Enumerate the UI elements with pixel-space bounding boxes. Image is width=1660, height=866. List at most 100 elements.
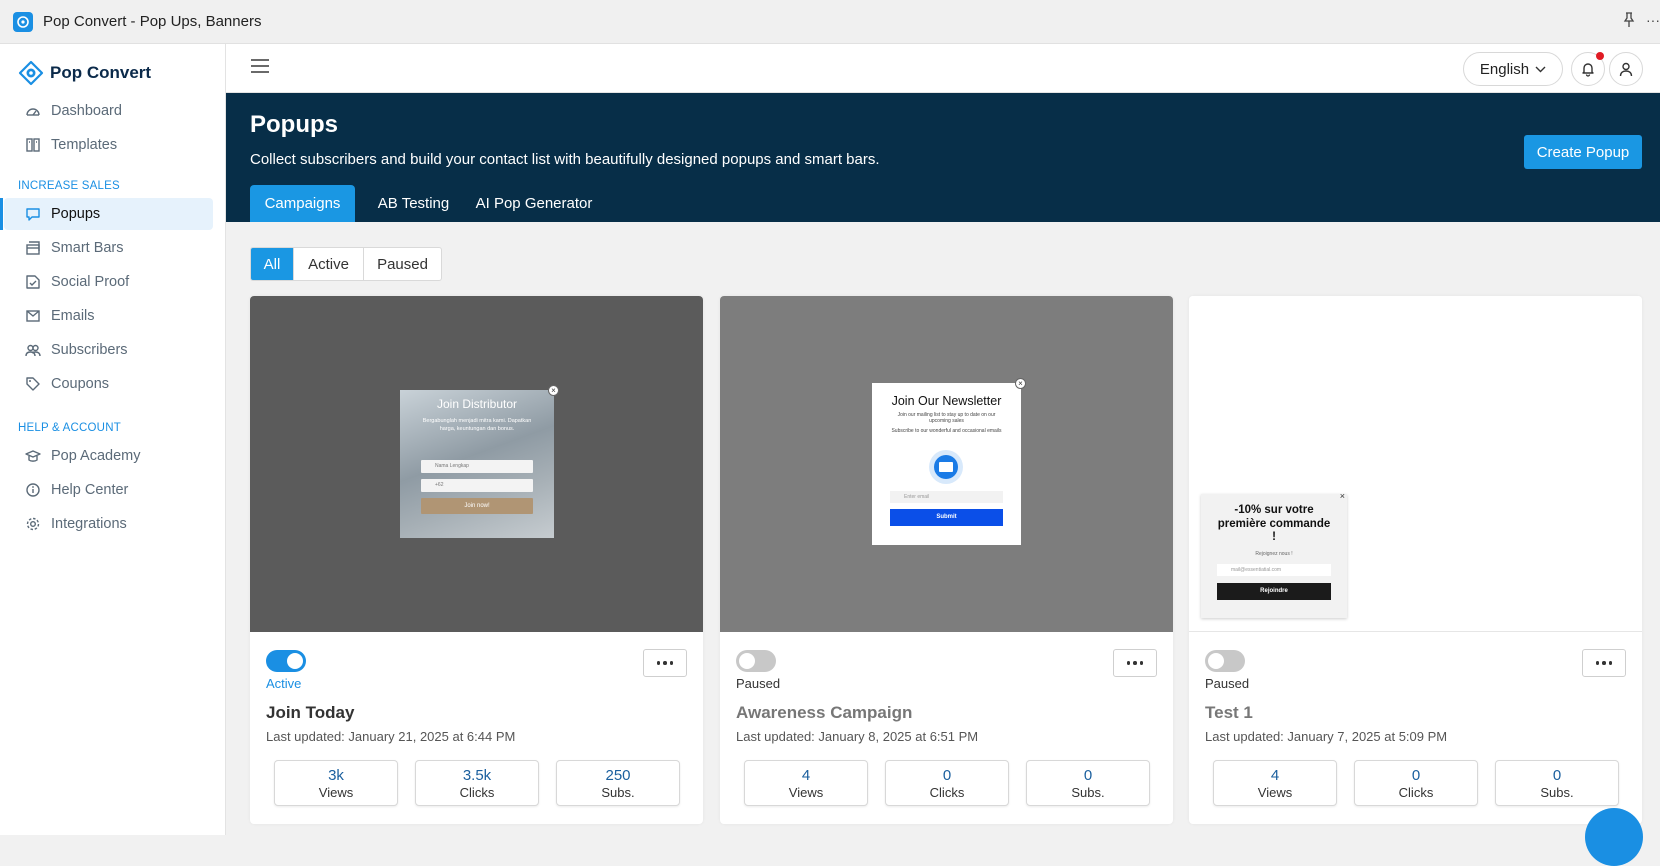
pin-icon[interactable]: [1622, 12, 1636, 31]
campaign-preview[interactable]: × Join Distributor Bergabunglah menjadi …: [250, 296, 703, 632]
top-bar: English: [226, 44, 1660, 93]
stat-label: Clicks: [929, 784, 965, 800]
sidebar-item-social-proof[interactable]: Social Proof: [0, 266, 226, 298]
campaign-card[interactable]: × Join Our Newsletter Join our mailing l…: [720, 296, 1173, 824]
tab-ab-testing[interactable]: AB Testing: [361, 185, 466, 222]
social-proof-icon: [26, 275, 40, 289]
stat-value: 0: [1411, 766, 1421, 784]
filter-paused[interactable]: Paused: [364, 248, 441, 280]
last-updated: Last updated: January 8, 2025 at 6:51 PM: [736, 729, 979, 744]
sidebar-item-subscribers[interactable]: Subscribers: [0, 334, 226, 366]
filter-active[interactable]: Active: [294, 248, 364, 280]
more-options-button[interactable]: [1582, 649, 1626, 677]
campaign-toggle[interactable]: [1205, 650, 1245, 672]
stat-views: 3k Views: [274, 760, 398, 806]
coupon-popup-preview: × -10% sur votre première commande ! Rej…: [1201, 491, 1347, 618]
bell-icon: [1582, 63, 1594, 77]
sidebar-item-label: Smart Bars: [51, 240, 124, 256]
more-options-button[interactable]: [643, 649, 687, 677]
campaign-name[interactable]: Awareness Campaign: [736, 703, 912, 723]
sidebar-item-label: Dashboard: [51, 103, 122, 119]
stat-label: Clicks: [459, 784, 495, 800]
stat-subs: 250 Subs.: [556, 760, 680, 806]
stat-label: Views: [788, 784, 824, 800]
close-icon: ×: [1015, 378, 1026, 389]
language-selector[interactable]: English: [1463, 52, 1563, 86]
notifications-button[interactable]: [1571, 52, 1605, 86]
campaign-card[interactable]: × -10% sur votre première commande ! Rej…: [1189, 296, 1642, 824]
more-options-button[interactable]: [1113, 649, 1157, 677]
help-icon: [26, 483, 40, 497]
create-popup-button[interactable]: Create Popup: [1524, 135, 1642, 169]
stat-label: Subs.: [601, 784, 635, 800]
tab-ai-pop-generator[interactable]: AI Pop Generator: [469, 185, 599, 222]
sidebar-item-coupons[interactable]: Coupons: [0, 368, 226, 400]
tab-campaigns[interactable]: Campaigns: [250, 185, 355, 222]
sidebar-item-label: Help Center: [51, 482, 129, 498]
filter-all[interactable]: All: [251, 248, 294, 280]
sidebar-item-popups[interactable]: Popups: [0, 198, 213, 230]
sidebar-item-smart-bars[interactable]: Smart Bars: [0, 232, 226, 264]
stat-label: Clicks: [1398, 784, 1434, 800]
status-label: Paused: [1205, 676, 1250, 691]
page-title: Popups: [250, 111, 338, 138]
campaign-toggle[interactable]: [736, 650, 776, 672]
sidebar-item-label: Templates: [51, 137, 118, 153]
integrations-icon: [26, 517, 40, 531]
stat-value: 3.5k: [462, 766, 492, 784]
stat-value: 4: [801, 766, 811, 784]
campaign-name[interactable]: Test 1: [1205, 703, 1253, 723]
preview-heading: Join Our Newsletter: [891, 394, 1002, 408]
window-title: Pop Convert - Pop Ups, Banners: [43, 13, 262, 30]
brand-logo[interactable]: Pop Convert: [18, 60, 151, 86]
campaign-preview[interactable]: × -10% sur votre première commande ! Rej…: [1189, 296, 1642, 632]
newsletter-popup-preview: × Join Our Newsletter Join our mailing l…: [872, 378, 1026, 545]
sidebar-item-integrations[interactable]: Integrations: [0, 508, 226, 540]
sidebar-item-templates[interactable]: Templates: [0, 129, 226, 161]
stat-value: 3k: [328, 766, 344, 784]
status-label: Paused: [736, 676, 781, 691]
stat-subs: 0 Subs.: [1026, 760, 1150, 806]
sidebar-item-label: Pop Academy: [51, 448, 141, 464]
stat-views: 4 Views: [744, 760, 868, 806]
account-button[interactable]: [1609, 52, 1643, 86]
preview-email-field: mail@essentiatial.com: [1217, 564, 1331, 576]
sidebar-item-label: Emails: [51, 308, 95, 324]
dashboard-icon: [26, 108, 40, 116]
menu-toggle-icon[interactable]: [250, 58, 270, 79]
stat-subs: 0 Subs.: [1495, 760, 1619, 806]
templates-icon: [26, 138, 40, 152]
preview-heading: Join Distributor: [436, 397, 518, 411]
campaign-name[interactable]: Join Today: [266, 703, 354, 723]
campaign-preview[interactable]: × Join Our Newsletter Join our mailing l…: [720, 296, 1173, 632]
stat-label: Views: [318, 784, 354, 800]
sidebar-item-emails[interactable]: Emails: [0, 300, 226, 332]
chat-widget-button[interactable]: [1585, 808, 1643, 866]
preview-text: Bergabunglah menjadi mitra kami. Dapatka…: [422, 418, 532, 432]
sidebar-item-help-center[interactable]: Help Center: [0, 474, 226, 506]
stat-value: 250: [605, 766, 631, 784]
close-icon: ×: [1339, 491, 1345, 501]
close-icon: ×: [548, 385, 559, 396]
campaign-card[interactable]: × Join Distributor Bergabunglah menjadi …: [250, 296, 703, 824]
section-label-help: HELP & ACCOUNT: [18, 422, 121, 434]
sidebar-item-pop-academy[interactable]: Pop Academy: [0, 440, 226, 472]
preview-heading: -10% sur votre première commande !: [1217, 504, 1331, 543]
campaign-toggle[interactable]: [266, 650, 306, 672]
stat-label: Views: [1257, 784, 1293, 800]
sidebar-item-dashboard[interactable]: Dashboard: [0, 95, 226, 127]
preview-phone-field: +62: [421, 479, 533, 492]
preview-name-field: Nama Lengkap: [421, 460, 533, 473]
ellipsis-icon[interactable]: ···: [1646, 12, 1660, 31]
brand-logo-icon: [18, 60, 44, 86]
popup-icon: [26, 208, 40, 221]
email-icon: [26, 310, 40, 322]
notification-dot: [1596, 52, 1604, 60]
sidebar: Pop Convert Dashboard Templates INCREASE…: [0, 44, 226, 835]
stat-value: 0: [1552, 766, 1562, 784]
chevron-down-icon: [1535, 66, 1546, 72]
popup-preview-image: × Join Distributor Bergabunglah menjadi …: [400, 385, 559, 538]
preview-email-field: Enter email: [890, 491, 1003, 503]
language-label: English: [1479, 60, 1530, 78]
status-label: Active: [266, 676, 302, 691]
